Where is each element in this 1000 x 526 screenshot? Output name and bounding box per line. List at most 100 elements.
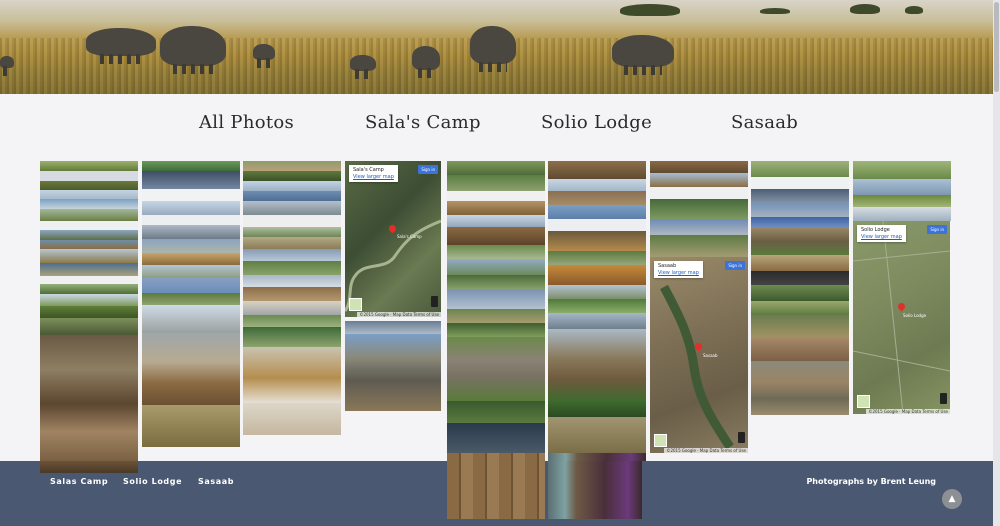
- photo-tile[interactable]: [548, 401, 646, 417]
- photo-tile[interactable]: [447, 259, 545, 275]
- photo-tile[interactable]: [447, 215, 545, 227]
- photo-tile[interactable]: [751, 189, 849, 203]
- map-zoom-control[interactable]: [431, 296, 438, 307]
- photo-tile[interactable]: [447, 175, 545, 191]
- photo-tile[interactable]: [548, 265, 646, 285]
- photo-tile[interactable]: [447, 275, 545, 289]
- photo-tile[interactable]: [751, 203, 849, 217]
- view-larger-map-link[interactable]: View larger map: [353, 174, 394, 180]
- photo-tile[interactable]: [650, 187, 748, 199]
- photo-tile[interactable]: [751, 301, 849, 315]
- photo-tile[interactable]: [40, 199, 138, 209]
- photo-tile[interactable]: [853, 207, 951, 221]
- photo-tile[interactable]: [548, 219, 646, 231]
- photo-tile[interactable]: [142, 189, 240, 201]
- photo-tile[interactable]: [243, 403, 341, 435]
- photo-tile[interactable]: [243, 287, 341, 301]
- photo-tile[interactable]: [548, 231, 646, 251]
- photo-tile[interactable]: [40, 181, 138, 190]
- photo-tile[interactable]: [447, 289, 545, 309]
- photo-tile[interactable]: [447, 323, 545, 337]
- photo-tile[interactable]: [40, 263, 138, 276]
- photo-tile-wood-overhang[interactable]: [447, 461, 545, 519]
- photo-tile[interactable]: [447, 423, 545, 453]
- back-to-top-button[interactable]: ▲: [942, 489, 962, 509]
- photo-tile[interactable]: [40, 276, 138, 284]
- photo-tile[interactable]: [142, 305, 240, 333]
- photo-tile-riverbank[interactable]: [243, 347, 341, 403]
- photo-tile[interactable]: [40, 306, 138, 318]
- photo-tile[interactable]: [40, 161, 138, 171]
- photo-tile[interactable]: [548, 205, 646, 219]
- map-satellite-thumb[interactable]: [857, 395, 870, 408]
- photo-tile[interactable]: [751, 255, 849, 271]
- photo-tile[interactable]: [142, 239, 240, 253]
- photo-tile[interactable]: [751, 161, 849, 177]
- photo-tile[interactable]: [243, 275, 341, 287]
- photo-tile[interactable]: [243, 249, 341, 261]
- map-salas-camp[interactable]: Sala's Camp View larger map Sign in Sala…: [345, 161, 441, 317]
- photo-tile[interactable]: [751, 315, 849, 337]
- photo-tile[interactable]: [650, 199, 748, 219]
- photo-tile[interactable]: [40, 221, 138, 230]
- photo-tile[interactable]: [40, 171, 138, 181]
- photo-tile[interactable]: [142, 161, 240, 171]
- photo-tile-wildlife[interactable]: [751, 361, 849, 415]
- photo-tile[interactable]: [40, 209, 138, 221]
- photo-tile[interactable]: [243, 237, 341, 249]
- footer-link-sasaab[interactable]: Sasaab: [198, 477, 234, 486]
- photo-tile[interactable]: [345, 321, 441, 334]
- photo-tile[interactable]: [243, 191, 341, 201]
- photo-tile[interactable]: [40, 190, 138, 199]
- photo-tile[interactable]: [447, 191, 545, 201]
- photo-tile-river[interactable]: [142, 333, 240, 405]
- photo-tile[interactable]: [548, 417, 646, 453]
- map-pin-icon[interactable]: [389, 225, 396, 234]
- photo-tile[interactable]: [40, 318, 138, 335]
- photo-tile[interactable]: [548, 251, 646, 265]
- photo-tile[interactable]: [142, 215, 240, 225]
- photo-tile[interactable]: [650, 235, 748, 257]
- photo-tile[interactable]: [243, 201, 341, 215]
- photo-tile[interactable]: [751, 177, 849, 189]
- photo-tile[interactable]: [447, 161, 545, 175]
- photo-tile[interactable]: [853, 179, 951, 195]
- scrollbar-thumb[interactable]: [994, 2, 999, 92]
- photo-tile[interactable]: [40, 240, 138, 249]
- nav-solio-lodge[interactable]: Solio Lodge: [541, 112, 652, 133]
- map-signin-button[interactable]: Sign in: [418, 165, 438, 174]
- photo-tile[interactable]: [751, 217, 849, 227]
- photo-tile[interactable]: [751, 227, 849, 241]
- photo-tile[interactable]: [548, 299, 646, 313]
- map-zoom-control[interactable]: [940, 393, 947, 404]
- nav-salas-camp[interactable]: Sala's Camp: [365, 112, 481, 133]
- nav-all-photos[interactable]: All Photos: [199, 112, 294, 133]
- photo-tile-cattle[interactable]: [40, 335, 138, 473]
- photo-tile[interactable]: [548, 313, 646, 329]
- photo-tile[interactable]: [751, 285, 849, 301]
- photo-tile[interactable]: [142, 171, 240, 189]
- photo-tile[interactable]: [243, 261, 341, 275]
- photo-tile-elephant[interactable]: [447, 337, 545, 401]
- photo-tile-tree[interactable]: [548, 329, 646, 401]
- photo-tile[interactable]: [142, 405, 240, 447]
- photo-tile[interactable]: [40, 294, 138, 306]
- map-signin-button[interactable]: Sign in: [927, 225, 947, 234]
- view-larger-map-link[interactable]: View larger map: [861, 234, 902, 240]
- map-solio-lodge[interactable]: Solio Lodge View larger map Sign in Soli…: [853, 221, 950, 414]
- photo-tile[interactable]: [650, 173, 748, 187]
- map-signin-button[interactable]: Sign in: [725, 261, 745, 270]
- map-pin-icon[interactable]: [695, 343, 702, 352]
- photo-tile[interactable]: [243, 227, 341, 237]
- photo-tile[interactable]: [243, 181, 341, 191]
- photo-tile[interactable]: [751, 241, 849, 255]
- map-zoom-control[interactable]: [738, 432, 745, 443]
- photo-tile[interactable]: [447, 245, 545, 259]
- map-pin-icon[interactable]: [898, 303, 905, 312]
- nav-sasaab[interactable]: Sasaab: [731, 112, 798, 133]
- photo-tile[interactable]: [40, 249, 138, 263]
- photo-tile[interactable]: [650, 219, 748, 235]
- photo-tile[interactable]: [142, 265, 240, 278]
- photo-tile[interactable]: [447, 401, 545, 423]
- map-satellite-thumb[interactable]: [654, 434, 667, 447]
